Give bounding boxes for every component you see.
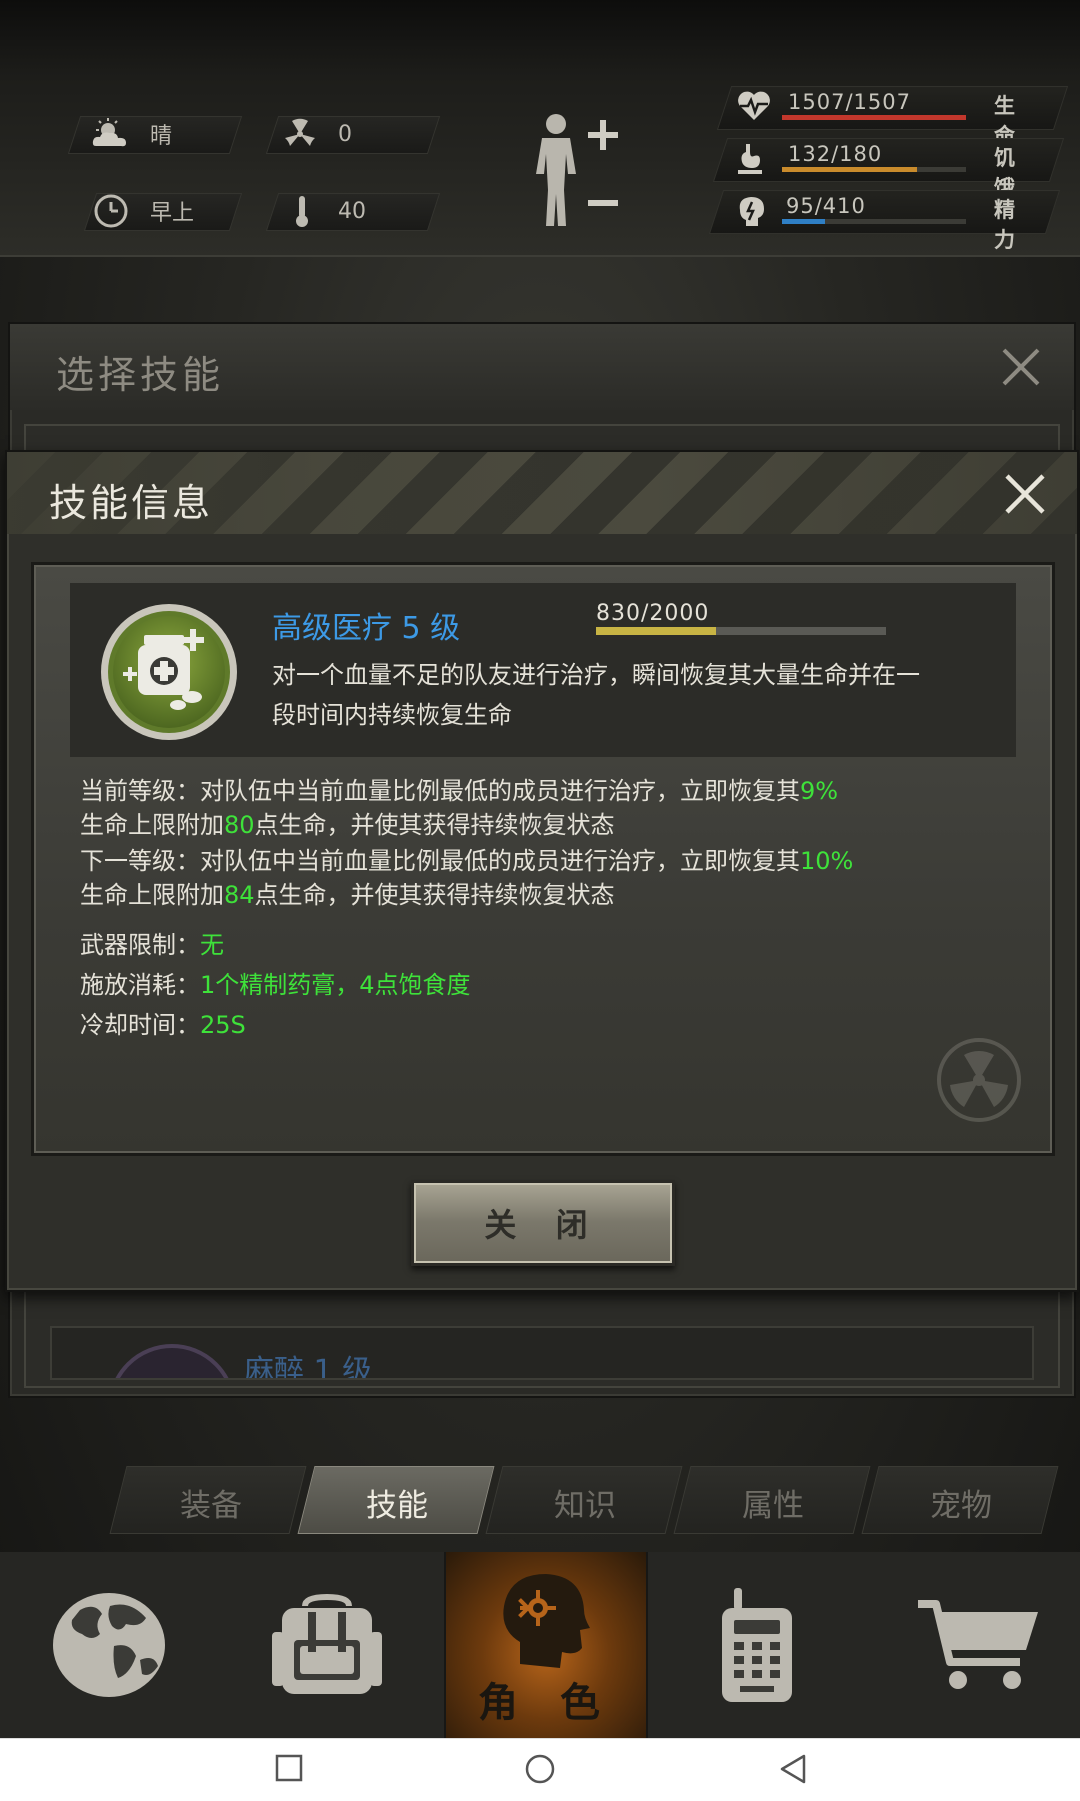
weather-indicator: 晴 [90, 116, 172, 152]
system-nav-bar [0, 1738, 1080, 1801]
tab-equipment[interactable]: 装备 [122, 1480, 300, 1525]
skill-icon [108, 1344, 236, 1378]
energy-label: 精力 [994, 198, 1015, 252]
nav-shop[interactable] [856, 1552, 1080, 1738]
select-skill-title: 选择技能 [56, 353, 225, 397]
next-level-line-2: 生命上限附加84点生命，并使其获得持续恢复状态 [80, 881, 615, 909]
cast-cost: 施放消耗：1个精制药膏，4点饱食度 [80, 971, 471, 999]
tab-skills[interactable]: 技能 [308, 1480, 486, 1525]
close-icon[interactable] [1000, 346, 1042, 388]
dialog-close-icon[interactable] [1003, 472, 1047, 516]
tab-attributes[interactable]: 属性 [684, 1480, 862, 1525]
weapon-restriction: 武器限制：无 [80, 931, 224, 959]
skill-xp-bar [596, 627, 886, 635]
brain-energy-icon [739, 197, 764, 226]
clock-icon [94, 194, 128, 228]
nav-world[interactable] [0, 1552, 220, 1738]
current-level-line-2: 生命上限附加80点生命，并使其获得持续恢复状态 [80, 811, 615, 839]
cloud-sun-icon [92, 118, 126, 147]
character-head-icon [503, 1574, 590, 1668]
nav-character-label: 角 色 [478, 1680, 614, 1726]
current-level-percent: 9% [800, 777, 839, 805]
close-button[interactable]: 关 闭 [411, 1180, 675, 1266]
skill-summary: 高级医疗 5 级 830/2000 对一个血量不足的队友进行治疗，瞬间恢复其大量… [70, 583, 1016, 757]
nav-radio[interactable] [644, 1552, 856, 1738]
recent-apps-icon[interactable] [274, 1753, 304, 1783]
tab-pets[interactable]: 宠物 [872, 1480, 1050, 1525]
next-level-line-1: 下一等级：对队伍中当前血量比例最低的成员进行治疗，立即恢复其10% [80, 847, 854, 875]
weapon-restriction-value: 无 [200, 931, 224, 959]
weather-label: 晴 [150, 124, 173, 149]
next-level-bonus: 84 [224, 881, 255, 909]
walkie-talkie-icon [722, 1588, 792, 1702]
skill-description: 对一个血量不足的队友进行治疗，瞬间恢复其大量生命并在一段时间内持续恢复生命 [272, 661, 920, 729]
body-attributes-icon[interactable] [522, 112, 622, 232]
thermometer-icon [296, 196, 308, 227]
home-icon[interactable] [524, 1753, 556, 1785]
tab-knowledge[interactable]: 知识 [496, 1480, 674, 1525]
cart-icon [918, 1600, 1038, 1689]
temperature-indicator: 40 [292, 193, 366, 229]
heart-icon [738, 91, 770, 120]
next-level-percent: 10% [800, 847, 854, 875]
bottom-nav: 角 色 [0, 1552, 1080, 1738]
back-icon[interactable] [778, 1753, 808, 1785]
skill-xp-text: 830/2000 [596, 601, 710, 626]
health-value: 1507/1507 [788, 90, 911, 114]
time-indicator: 早上 [92, 193, 194, 229]
skill-list-item[interactable]: 麻醉 1 级 [50, 1326, 1034, 1380]
energy-fill [782, 219, 825, 224]
skill-info-dialog: 技能信息 高级医疗 5 级 830/2000 对一个血量不足的队友进行治疗，瞬间… [5, 450, 1079, 1292]
current-level-line-1: 当前等级：对队伍中当前血量比例最低的成员进行治疗，立即恢复其9% [80, 777, 839, 805]
health-fill [782, 115, 966, 120]
skill-info-box: 高级医疗 5 级 830/2000 对一个血量不足的队友进行治疗，瞬间恢复其大量… [31, 562, 1055, 1156]
radiation-watermark-icon [937, 1038, 1021, 1122]
radiation-indicator: 0 [282, 116, 352, 152]
energy-value: 95/410 [786, 194, 866, 218]
cooldown-value: 25S [200, 1011, 246, 1039]
hunger-value: 132/180 [788, 142, 883, 166]
select-skill-header: 选择技能 [10, 324, 1074, 410]
skill-list-item-name: 麻醉 1 级 [244, 1354, 373, 1380]
globe-icon [53, 1593, 165, 1697]
radiation-value: 0 [338, 121, 352, 147]
cooldown: 冷却时间：25S [80, 1011, 246, 1039]
nav-inventory[interactable] [220, 1552, 444, 1738]
time-label: 早上 [150, 201, 195, 226]
cast-cost-value: 1个精制药膏，4点饱食度 [200, 971, 471, 999]
nav-character[interactable]: 角 色 [444, 1552, 648, 1738]
temperature-value: 40 [338, 198, 366, 224]
current-level-bonus: 80 [224, 811, 255, 839]
medkit-skill-icon [101, 604, 237, 740]
sub-tab-bar: 装备 技能 知识 属性 宠物 [0, 1466, 1080, 1536]
hunger-fill [782, 167, 917, 172]
skill-name: 高级医疗 5 级 [272, 611, 461, 646]
stomach-icon [738, 144, 762, 174]
dialog-title: 技能信息 [49, 481, 214, 525]
skill-xp-fill [596, 627, 717, 635]
radiation-icon [285, 118, 315, 146]
status-bar: 晴 0 早上 40 1507/1507 生命 132/180 饥饿 95/410… [0, 0, 1080, 257]
backpack-icon [272, 1594, 382, 1694]
